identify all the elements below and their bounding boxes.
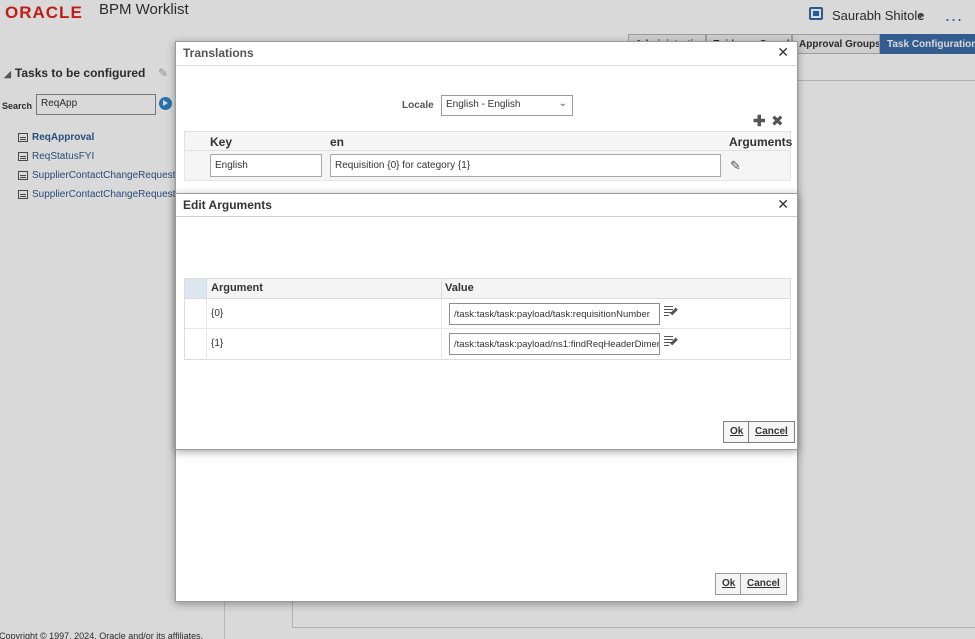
table-row[interactable]: English Requisition {0} for category {1}… (184, 151, 791, 181)
select-all-cell[interactable] (185, 279, 207, 298)
add-icon[interactable]: ✚ (753, 112, 766, 130)
column-divider (441, 329, 442, 358)
dialog-header: Edit Arguments ✕ (176, 194, 797, 217)
ok-button[interactable]: Ok (715, 573, 743, 595)
table-row[interactable]: {1} /task:task/task:payload/ns1:findReqH… (185, 329, 790, 359)
ok-button[interactable]: Ok (723, 421, 751, 443)
argument-value-field[interactable]: /task:task/task:payload/ns1:findReqHeade… (449, 333, 660, 355)
locale-select[interactable]: English - English ⌄ (441, 95, 573, 116)
table-row[interactable]: {0} /task:task/task:payload/task:requisi… (185, 299, 790, 329)
edit-arguments-pencil-icon[interactable]: ✎ (730, 158, 741, 174)
column-value: Value (445, 282, 474, 294)
delete-icon[interactable]: ✖ (771, 112, 784, 130)
column-key: Key (210, 135, 233, 149)
chevron-down-icon: ⌄ (558, 98, 567, 109)
dialog-header: Translations ✕ (176, 42, 797, 66)
argument-name: {0} (211, 308, 224, 319)
dialog-title: Translations (183, 46, 254, 60)
table-header: Key en Arguments (184, 131, 793, 151)
column-arguments: Arguments (729, 135, 793, 149)
key-field[interactable]: English (210, 154, 322, 177)
locale-label: Locale (402, 100, 434, 111)
cancel-button[interactable]: Cancel (748, 421, 795, 443)
column-divider (441, 279, 442, 298)
translations-table: Key en Arguments English Requisition {0}… (184, 131, 793, 181)
close-icon[interactable]: ✕ (777, 44, 789, 61)
column-argument: Argument (211, 282, 263, 294)
arguments-table: Argument Value {0} /task:task/task:paylo… (184, 278, 791, 360)
expression-builder-icon[interactable] (664, 335, 678, 348)
column-lang: en (330, 135, 345, 149)
edit-arguments-dialog: Edit Arguments ✕ Argument Value {0} /tas… (175, 193, 798, 450)
translation-field[interactable]: Requisition {0} for category {1} (330, 154, 721, 177)
row-selector[interactable] (185, 299, 207, 328)
argument-value-field[interactable]: /task:task/task:payload/task:requisition… (449, 303, 660, 325)
table-header: Argument Value (185, 279, 790, 299)
argument-name: {1} (211, 338, 224, 349)
cancel-button[interactable]: Cancel (740, 573, 787, 595)
locale-value: English - English (446, 99, 521, 110)
column-divider (441, 299, 442, 328)
expression-builder-icon[interactable] (664, 305, 678, 318)
dialog-title: Edit Arguments (183, 198, 272, 212)
close-icon[interactable]: ✕ (777, 196, 789, 213)
row-selector[interactable] (185, 329, 207, 358)
